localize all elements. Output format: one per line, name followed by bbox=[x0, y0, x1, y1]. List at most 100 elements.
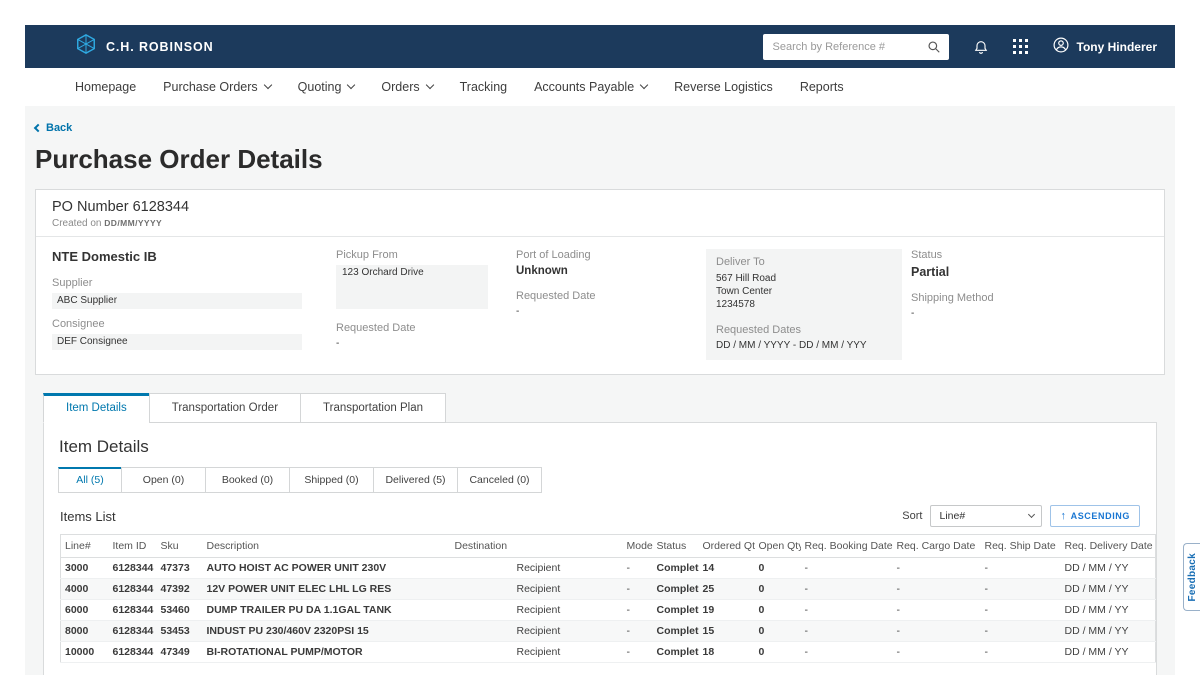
cell-description: DUMP TRAILER PU DA 1.1GAL TANK bbox=[203, 600, 451, 621]
chevron-down-icon bbox=[425, 81, 433, 89]
items-list-header: Items List Sort Line# ↑ ASCENDING bbox=[60, 505, 1140, 527]
nav-reports[interactable]: Reports bbox=[800, 80, 844, 94]
detail-tabs: Item Details Transportation Order Transp… bbox=[43, 393, 1157, 423]
brand-logo[interactable]: C.H. ROBINSON bbox=[75, 33, 214, 60]
nav-quoting[interactable]: Quoting bbox=[298, 80, 355, 94]
nav-orders[interactable]: Orders bbox=[381, 80, 432, 94]
cell-destination: Recipient bbox=[451, 642, 623, 663]
po-col-pickup: Pickup From 123 Orchard Drive Requested … bbox=[336, 249, 516, 360]
cell-req-booking-date: - bbox=[801, 642, 893, 663]
nav-reverse-logistics[interactable]: Reverse Logistics bbox=[674, 80, 773, 94]
cell-item-id: 6128344 bbox=[109, 621, 157, 642]
shipping-method-label: Shipping Method bbox=[911, 292, 1148, 304]
cell-req-delivery-date: DD / MM / YY bbox=[1061, 600, 1156, 621]
subtab-delivered[interactable]: Delivered (5) bbox=[373, 467, 458, 493]
cell-req-ship-date: - bbox=[981, 621, 1061, 642]
cell-description: AUTO HOIST AC POWER UNIT 230V bbox=[203, 558, 451, 579]
chevron-down-icon bbox=[640, 81, 648, 89]
notifications-bell-icon[interactable] bbox=[973, 39, 989, 55]
sort-direction-button[interactable]: ↑ ASCENDING bbox=[1050, 505, 1140, 527]
table-row: 8000 6128344 53453 INDUST PU 230/460V 23… bbox=[61, 621, 1156, 642]
nav-accounts-payable[interactable]: Accounts Payable bbox=[534, 80, 647, 94]
column-header-item-id: Item ID bbox=[109, 535, 157, 558]
column-header-sku: Sku bbox=[157, 535, 203, 558]
search-input[interactable] bbox=[763, 34, 949, 60]
table-header-row: Line# Item ID Sku Description Destinatio… bbox=[61, 535, 1156, 558]
items-list-title: Items List bbox=[60, 509, 116, 524]
nav-label: Orders bbox=[381, 80, 419, 94]
chr-hexagon-logo-icon bbox=[75, 33, 97, 60]
item-details-card: Item Details All (5) Open (0) Booked (0)… bbox=[43, 422, 1157, 675]
subtab-all[interactable]: All (5) bbox=[58, 467, 122, 493]
sort-label: Sort bbox=[902, 510, 922, 522]
nav-homepage[interactable]: Homepage bbox=[75, 80, 136, 94]
deliver-to-panel: Deliver To 567 Hill Road Town Center 123… bbox=[706, 249, 902, 360]
arrow-up-icon: ↑ bbox=[1060, 510, 1066, 522]
consignee-label: Consignee bbox=[52, 318, 336, 330]
column-header-mode: Mode bbox=[623, 535, 653, 558]
cell-line: 3000 bbox=[61, 558, 109, 579]
cell-ordered-qty: 18 bbox=[699, 642, 755, 663]
subtab-booked[interactable]: Booked (0) bbox=[205, 467, 290, 493]
status-label: Status bbox=[911, 249, 1148, 261]
user-name: Tony Hinderer bbox=[1077, 40, 1157, 54]
cell-req-ship-date: - bbox=[981, 558, 1061, 579]
cell-item-id: 6128344 bbox=[109, 558, 157, 579]
deliver-address-line: Town Center bbox=[716, 285, 892, 298]
feedback-button[interactable]: Feedback bbox=[1183, 543, 1200, 611]
column-header-status: Status bbox=[653, 535, 699, 558]
cell-req-booking-date: - bbox=[801, 621, 893, 642]
table-row: 10000 6128344 47349 BI-ROTATIONAL PUMP/M… bbox=[61, 642, 1156, 663]
nav-purchase-orders[interactable]: Purchase Orders bbox=[163, 80, 270, 94]
cell-destination: Recipient bbox=[451, 558, 623, 579]
po-col-deliver: Deliver To 567 Hill Road Town Center 123… bbox=[706, 249, 911, 360]
subtab-open[interactable]: Open (0) bbox=[121, 467, 206, 493]
cell-req-booking-date: - bbox=[801, 558, 893, 579]
po-summary-card: PO Number 6128344 Created on DD/MM/YYYY … bbox=[35, 189, 1165, 375]
cell-description: 12V POWER UNIT ELEC LHL LG RES bbox=[203, 579, 451, 600]
cell-status: Complete bbox=[653, 600, 699, 621]
topbar-actions: Tony Hinderer bbox=[763, 34, 1157, 60]
cell-req-ship-date: - bbox=[981, 579, 1061, 600]
chevron-down-icon bbox=[263, 81, 271, 89]
apps-grid-icon[interactable] bbox=[1013, 39, 1028, 54]
deliver-requested-dates-label: Requested Dates bbox=[716, 324, 892, 336]
column-header-ordered-qty: Ordered Qty bbox=[699, 535, 755, 558]
cell-req-cargo-date: - bbox=[893, 579, 981, 600]
sort-select-input[interactable]: Line# bbox=[930, 505, 1042, 527]
po-card-header: PO Number 6128344 Created on DD/MM/YYYY bbox=[36, 190, 1164, 237]
cell-mode: - bbox=[623, 600, 653, 621]
cell-req-booking-date: - bbox=[801, 579, 893, 600]
cell-req-cargo-date: - bbox=[893, 600, 981, 621]
feedback-label: Feedback bbox=[1187, 553, 1198, 602]
nav-label: Reports bbox=[800, 80, 844, 94]
po-created-line: Created on DD/MM/YYYY bbox=[52, 218, 1148, 229]
cell-req-delivery-date: DD / MM / YY bbox=[1061, 579, 1156, 600]
chevron-down-icon bbox=[347, 81, 355, 89]
tab-transportation-plan[interactable]: Transportation Plan bbox=[300, 393, 446, 423]
back-link[interactable]: Back bbox=[35, 122, 72, 134]
subtab-canceled[interactable]: Canceled (0) bbox=[457, 467, 542, 493]
subtab-shipped[interactable]: Shipped (0) bbox=[289, 467, 374, 493]
nav-label: Accounts Payable bbox=[534, 80, 634, 94]
po-col-status: Status Partial Shipping Method - bbox=[911, 249, 1148, 360]
cell-req-delivery-date: DD / MM / YY bbox=[1061, 642, 1156, 663]
deliver-address-line: 1234578 bbox=[716, 298, 892, 311]
tab-transportation-order[interactable]: Transportation Order bbox=[149, 393, 301, 423]
cell-req-delivery-date: DD / MM / YY bbox=[1061, 558, 1156, 579]
tab-item-details[interactable]: Item Details bbox=[43, 393, 150, 423]
table-row: 6000 6128344 53460 DUMP TRAILER PU DA 1.… bbox=[61, 600, 1156, 621]
po-created-label: Created on bbox=[52, 218, 101, 229]
port-requested-date-label: Requested Date bbox=[516, 290, 706, 302]
cell-mode: - bbox=[623, 621, 653, 642]
top-navbar: C.H. ROBINSON bbox=[25, 25, 1175, 68]
search-icon[interactable] bbox=[927, 40, 941, 59]
pickup-from-label: Pickup From bbox=[336, 249, 516, 261]
nav-tracking[interactable]: Tracking bbox=[460, 80, 507, 94]
cell-mode: - bbox=[623, 579, 653, 600]
port-of-loading-value: Unknown bbox=[516, 265, 706, 277]
user-menu[interactable]: Tony Hinderer bbox=[1052, 36, 1157, 57]
column-header-description: Description bbox=[203, 535, 451, 558]
cell-status: Complete bbox=[653, 579, 699, 600]
pickup-from-value: 123 Orchard Drive bbox=[336, 265, 488, 309]
